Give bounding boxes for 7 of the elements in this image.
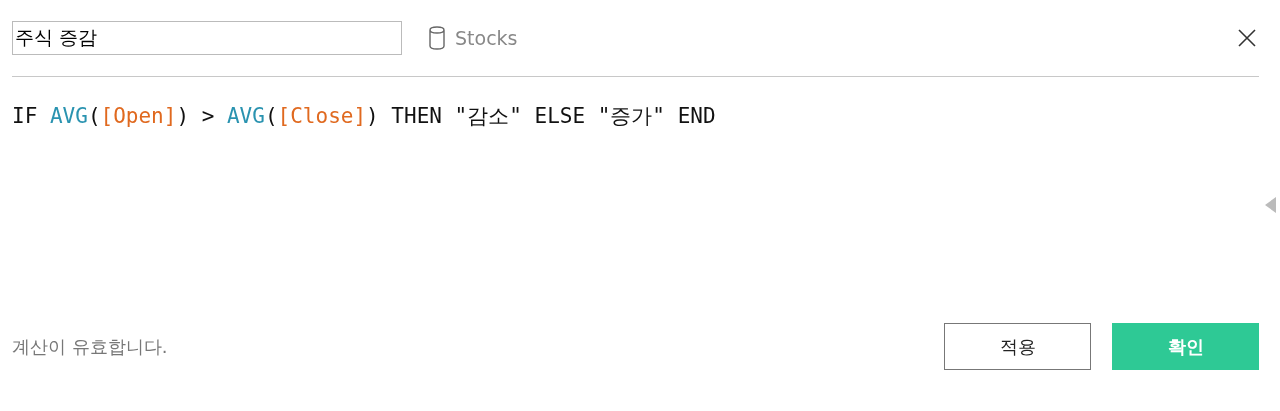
status-message: 계산이 유효합니다. [12,334,168,359]
formula-text[interactable]: IF AVG([Open]) > AVG([Close]) THEN "감소" ELSE "증가" END [12,102,716,130]
database-icon [428,26,446,50]
calculation-name-field[interactable]: 주식 증감 [12,21,402,55]
data-source-label: Stocks [455,27,518,49]
close-icon[interactable] [1238,29,1256,47]
apply-button[interactable]: 적용 [944,323,1091,370]
